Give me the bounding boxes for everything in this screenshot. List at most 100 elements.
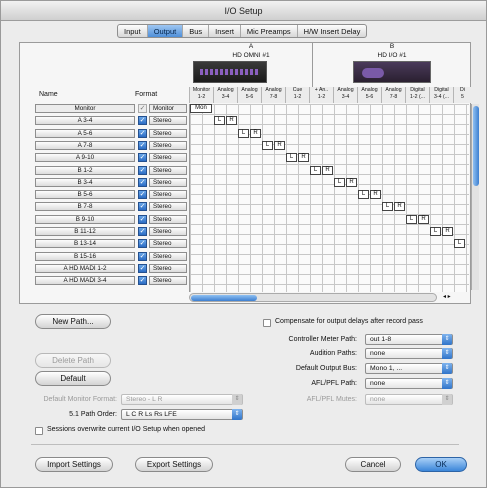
routing-cell[interactable]: R [394, 202, 405, 211]
tab-bus[interactable]: Bus [183, 25, 210, 37]
channel-header: Analog 5-6 [357, 87, 381, 103]
path-name-field[interactable]: A 3-4 [35, 116, 135, 125]
horizontal-scrollbar[interactable] [189, 293, 437, 302]
hd-io-device-image [353, 61, 431, 83]
path-name-field[interactable]: A HD MADI 1-2 [35, 264, 135, 273]
routing-cell[interactable]: R [298, 153, 309, 162]
routing-cell[interactable]: R [418, 215, 429, 224]
path-active-checkbox[interactable]: ✓ [138, 104, 147, 113]
path-name-field[interactable]: B 3-4 [35, 178, 135, 187]
channel-header: Analog 7-8 [381, 87, 405, 103]
export-settings-button[interactable]: Export Settings [135, 457, 213, 472]
controller-meter-label: Controller Meter Path: [288, 336, 357, 343]
path-name-field[interactable]: B 1-2 [35, 166, 135, 175]
horizontal-scroll-thumb[interactable] [191, 295, 257, 301]
routing-cell[interactable]: L [262, 141, 273, 150]
path-name-field[interactable]: A 9-10 [35, 153, 135, 162]
path-format-field: Stereo [149, 190, 187, 199]
default-output-bus-value: Mono 1, ... [370, 365, 403, 372]
path-active-checkbox[interactable]: ✓ [138, 202, 147, 211]
routing-cell[interactable]: L [310, 166, 321, 175]
path-active-checkbox[interactable]: ✓ [138, 215, 147, 224]
path-format-field: Stereo [149, 276, 187, 285]
default-output-bus-select[interactable]: Mono 1, ... ⇕ [365, 363, 453, 374]
cancel-button[interactable]: Cancel [345, 457, 401, 472]
popup-arrows-icon: ⇕ [232, 394, 242, 405]
vertical-scrollbar[interactable] [471, 104, 479, 290]
tab-insert[interactable]: Insert [209, 25, 241, 37]
default-monitor-format-select[interactable]: Stereo - L R ⇕ [121, 394, 243, 405]
default-button[interactable]: Default [35, 371, 111, 386]
path-name-field[interactable]: B 7-8 [35, 202, 135, 211]
path-active-checkbox[interactable]: ✓ [138, 129, 147, 138]
path-name-field[interactable]: A 7-8 [35, 141, 135, 150]
routing-cell[interactable]: R [226, 116, 237, 125]
import-settings-button[interactable]: Import Settings [35, 457, 113, 472]
routing-cell[interactable]: L [454, 239, 465, 248]
path-active-checkbox[interactable]: ✓ [138, 239, 147, 248]
routing-cell[interactable]: R [274, 141, 285, 150]
routing-cell[interactable]: R [370, 190, 381, 199]
routing-cell[interactable]: L [214, 116, 225, 125]
path-name-field[interactable]: B 11-12 [35, 227, 135, 236]
channel-header-range: 7-8 [389, 94, 398, 100]
scroll-arrows-icon[interactable]: ◂ ▸ [443, 293, 451, 300]
path-active-checkbox[interactable]: ✓ [138, 264, 147, 273]
controller-meter-select[interactable]: out 1-8 ⇕ [365, 334, 453, 345]
path-active-checkbox[interactable]: ✓ [138, 190, 147, 199]
path-active-checkbox[interactable]: ✓ [138, 252, 147, 261]
routing-cell[interactable]: R [322, 166, 333, 175]
path-active-checkbox[interactable]: ✓ [138, 178, 147, 187]
routing-cell[interactable]: L [430, 227, 441, 236]
routing-cell[interactable]: L [406, 215, 417, 224]
tab-input[interactable]: Input [118, 25, 148, 37]
routing-cell[interactable]: L [358, 190, 369, 199]
path-active-checkbox[interactable]: ✓ [138, 153, 147, 162]
path-name-field[interactable]: Monitor [35, 104, 135, 113]
tab-hw-insert-delay[interactable]: H/W Insert Delay [298, 25, 367, 37]
path-name-field[interactable]: A HD MADI 3-4 [35, 276, 135, 285]
tab-output[interactable]: Output [147, 25, 184, 37]
afl-pfl-path-select[interactable]: none ⇕ [365, 378, 453, 389]
path-order-select[interactable]: L C R Ls Rs LFE ⇕ [121, 409, 243, 420]
compensate-checkbox[interactable] [263, 319, 271, 327]
routing-cell[interactable]: R [442, 227, 453, 236]
path-name-field[interactable]: A 5-6 [35, 129, 135, 138]
path-active-checkbox[interactable]: ✓ [138, 276, 147, 285]
routing-matrix[interactable]: Mon L R L R L R L R L R L R L R L R L R L R L [189, 104, 469, 292]
channel-header-range: 3-4 [341, 94, 350, 100]
routing-cell[interactable]: L [286, 153, 297, 162]
popup-arrows-icon: ⇕ [232, 409, 242, 420]
channel-header-range: 3-4 (... [434, 94, 449, 100]
routing-cell[interactable]: R [250, 129, 261, 138]
routing-cell[interactable]: R [346, 178, 357, 187]
device-a-letter: A [248, 43, 254, 50]
path-name-field[interactable]: B 13-14 [35, 239, 135, 248]
default-monitor-format-label: Default Monitor Format: [43, 396, 117, 403]
format-column-header: Format [135, 91, 158, 98]
path-name-field[interactable]: B 9-10 [35, 215, 135, 224]
path-active-checkbox[interactable]: ✓ [138, 227, 147, 236]
path-active-checkbox[interactable]: ✓ [138, 116, 147, 125]
audition-paths-select[interactable]: none ⇕ [365, 348, 453, 359]
io-setup-window: I/O Setup Input Output Bus Insert Mic Pr… [0, 0, 487, 488]
vertical-scroll-thumb[interactable] [473, 106, 479, 186]
footer-divider [31, 444, 459, 445]
routing-cell[interactable]: L [334, 178, 345, 187]
path-active-checkbox[interactable]: ✓ [138, 166, 147, 175]
path-format-field: Stereo [149, 252, 187, 261]
ok-button[interactable]: OK [415, 457, 467, 472]
routing-cell[interactable]: Mon [190, 104, 212, 113]
path-name-field[interactable]: B 15-16 [35, 252, 135, 261]
routing-cell[interactable]: L [382, 202, 393, 211]
delete-path-button[interactable]: Delete Path [35, 353, 111, 368]
afl-pfl-mutes-select[interactable]: none ⇕ [365, 394, 453, 405]
compensate-label: Compensate for output delays after recor… [275, 318, 423, 325]
routing-cell[interactable]: L [238, 129, 249, 138]
new-path-button[interactable]: New Path... [35, 314, 111, 329]
channel-header-name: Cue [292, 87, 303, 93]
path-active-checkbox[interactable]: ✓ [138, 141, 147, 150]
tab-mic-preamps[interactable]: Mic Preamps [241, 25, 298, 37]
sessions-overwrite-checkbox[interactable] [35, 427, 43, 435]
path-name-field[interactable]: B 5-6 [35, 190, 135, 199]
